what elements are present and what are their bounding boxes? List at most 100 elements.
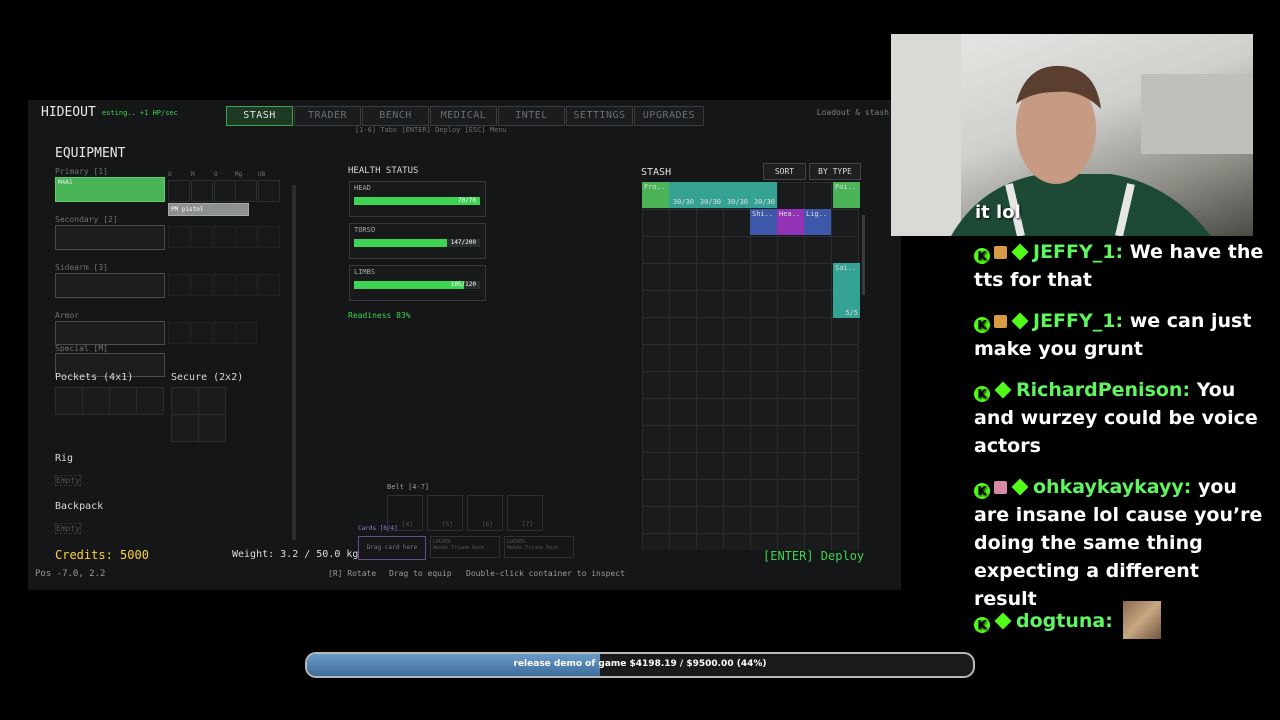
stash-cell[interactable] [750,398,778,426]
bytype-button[interactable]: BY TYPE [809,163,861,180]
stash-cell[interactable] [669,209,697,237]
stash-cell[interactable] [642,506,670,534]
stash-cell[interactable] [723,371,751,399]
tab-settings[interactable]: SETTINGS [566,106,633,126]
stash-cell[interactable] [804,452,832,480]
stash-cell[interactable] [723,425,751,453]
stash-cell[interactable] [723,236,751,264]
tab-medical[interactable]: MEDICAL [430,106,497,126]
stash-cell[interactable] [804,371,832,399]
stash-cell[interactable] [642,425,670,453]
stash-cell[interactable] [831,533,859,550]
chat-username[interactable]: dogtuna: [1016,610,1113,632]
stash-cell[interactable] [642,452,670,480]
stash-cell[interactable] [696,209,724,237]
mod-slot[interactable] [191,226,213,248]
stash-cell[interactable] [669,533,697,550]
secure-slot[interactable] [198,414,226,442]
stash-cell[interactable] [777,533,805,550]
mod-slot[interactable] [214,274,236,296]
mod-slot[interactable] [258,226,280,248]
stash-cell[interactable] [723,398,751,426]
stash-cell[interactable] [804,506,832,534]
stash-cell[interactable] [750,263,778,291]
stash-cell[interactable] [669,479,697,507]
stash-cell[interactable] [750,344,778,372]
mod-slot[interactable] [191,180,213,202]
stash-cell[interactable] [750,371,778,399]
stash-cell[interactable] [696,290,724,318]
mod-slot[interactable] [235,226,257,248]
mod-slot[interactable] [258,180,280,202]
sort-button[interactable]: SORT [763,163,806,180]
stash-cell[interactable] [642,236,670,264]
secondary-slot[interactable] [55,225,165,250]
stash-item-ammo[interactable]: 30/30 [723,182,750,208]
stash-cell[interactable] [831,452,859,480]
mod-slot[interactable] [235,180,257,202]
chat-username[interactable]: JEFFY_1: [1033,241,1123,263]
tab-stash[interactable]: STASH [226,106,293,126]
stash-cell[interactable] [696,236,724,264]
stash-item-poi[interactable]: Poi.. [833,182,860,208]
stash-cell[interactable] [804,533,832,550]
stash-cell[interactable] [750,506,778,534]
stash-cell[interactable] [804,317,832,345]
mod-slot[interactable] [258,274,280,296]
stash-cell[interactable] [669,371,697,399]
stash-item-ammo[interactable]: 30/30 [696,182,723,208]
stash-cell[interactable] [669,506,697,534]
tab-upgrades[interactable]: UPGRADES [634,106,704,126]
stash-cell[interactable] [642,371,670,399]
mod-slot[interactable] [168,180,190,202]
stash-cell[interactable] [669,344,697,372]
stash-cell[interactable] [723,506,751,534]
stash-cell[interactable] [669,263,697,291]
stash-cell[interactable] [696,344,724,372]
secure-slot[interactable] [198,387,226,415]
stash-cell[interactable] [696,398,724,426]
belt-slot-6[interactable]: [6] [467,495,503,531]
mod-slot[interactable] [214,226,236,248]
stash-cell[interactable] [669,290,697,318]
stash-cell[interactable] [642,344,670,372]
mod-slot[interactable] [235,274,257,296]
stash-item-shi[interactable]: Shi.. [750,209,777,235]
primary-slot[interactable]: M4A1 [55,177,165,202]
stash-scrollbar[interactable] [862,215,865,295]
stash-cell[interactable] [642,479,670,507]
stash-item-sai[interactable]: Sai.. 5/5 [833,263,860,318]
stash-cell[interactable] [723,263,751,291]
stash-cell[interactable] [669,398,697,426]
stash-cell[interactable] [804,290,832,318]
stash-cell[interactable] [831,236,859,264]
stash-cell[interactable] [831,506,859,534]
stash-cell[interactable] [696,533,724,550]
mod-slot[interactable] [191,274,213,296]
stash-cell[interactable] [777,398,805,426]
tab-intel[interactable]: INTEL [498,106,565,126]
stash-cell[interactable] [696,479,724,507]
stash-cell[interactable] [804,236,832,264]
chat-username[interactable]: RichardPenison: [1016,379,1190,401]
stash-cell[interactable] [642,290,670,318]
tab-trader[interactable]: TRADER [294,106,361,126]
stash-cell[interactable] [804,398,832,426]
stash-item-ammo[interactable]: 30/30 [750,182,777,208]
stash-cell[interactable] [777,317,805,345]
stash-cell[interactable] [831,209,859,237]
stash-cell[interactable] [777,263,805,291]
mod-slot[interactable] [214,322,236,344]
stash-cell[interactable] [831,479,859,507]
card-drop-slot[interactable]: Drag card here [358,536,426,560]
stash-grid[interactable] [642,182,860,550]
stash-cell[interactable] [696,317,724,345]
stash-cell[interactable] [804,479,832,507]
stash-cell[interactable] [750,236,778,264]
secure-slot[interactable] [171,414,199,442]
stash-cell[interactable] [642,209,670,237]
stash-cell[interactable] [831,317,859,345]
stash-cell[interactable] [750,425,778,453]
stash-cell[interactable] [777,479,805,507]
stash-cell[interactable] [642,398,670,426]
